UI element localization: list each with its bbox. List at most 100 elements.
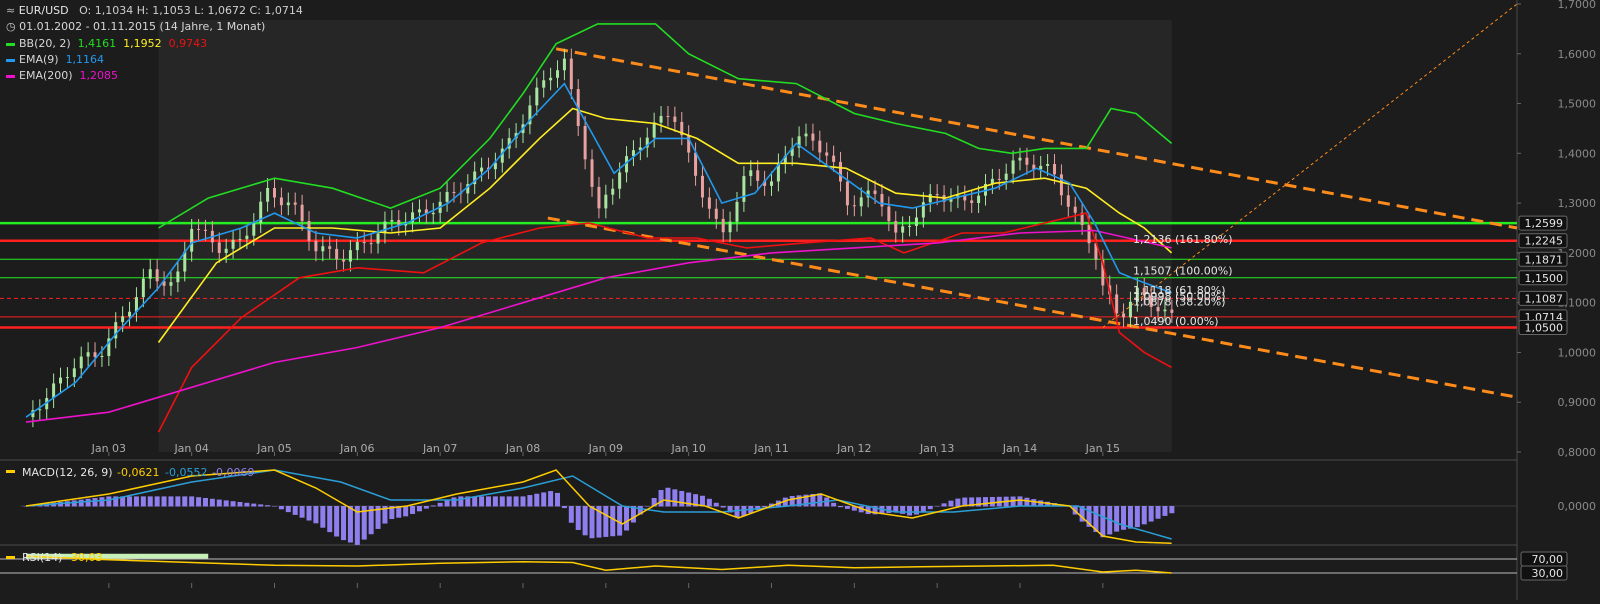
- rsi-color-swatch: [6, 556, 15, 559]
- macd-histogram-bar: [644, 506, 650, 507]
- candle-body: [673, 116, 677, 122]
- y-tick-label: 1,5000: [1558, 98, 1597, 111]
- candle-body: [273, 188, 276, 198]
- legend-ema9[interactable]: EMA(9) 1,1164: [6, 52, 104, 68]
- chart-canvas: 0,80000,90001,00001,10001,20001,30001,40…: [0, 0, 1597, 600]
- candle-body: [203, 229, 207, 231]
- candle-body: [700, 175, 704, 198]
- macd-histogram-bar: [1162, 506, 1168, 516]
- candle-body: [928, 194, 932, 203]
- candle-body: [224, 248, 228, 253]
- macd-histogram-bar: [251, 503, 257, 507]
- candle-body: [1004, 173, 1008, 180]
- candle-body: [935, 194, 939, 196]
- candle-body: [190, 228, 194, 252]
- macd-histogram-bar: [189, 496, 195, 507]
- macd-histogram-bar: [451, 497, 457, 507]
- legend-bb[interactable]: BB(20, 2) 1,4161 1,1952 0,9743: [6, 36, 207, 52]
- macd-histogram-bar: [147, 496, 153, 507]
- macd-histogram-bar: [106, 496, 112, 507]
- macd-histogram-bar: [610, 506, 616, 537]
- ema200-value: 1,2085: [79, 69, 119, 82]
- macd-histogram-bar: [527, 495, 533, 507]
- macd-histogram-bar: [278, 506, 284, 510]
- macd-histogram-bar: [838, 506, 844, 508]
- chart-type-icon[interactable]: ≈: [6, 4, 15, 17]
- candle-body: [65, 377, 69, 379]
- macd-histogram-bar: [934, 506, 940, 507]
- candle-body: [852, 205, 856, 207]
- macd-histogram-bar: [265, 505, 271, 507]
- candle-body: [1025, 157, 1029, 165]
- macd-histogram-bar: [444, 500, 450, 507]
- macd-histogram-bar: [575, 506, 581, 530]
- candle-body: [245, 235, 249, 240]
- macd-histogram-bar: [589, 506, 595, 539]
- candle-body: [121, 316, 125, 323]
- macd-histogram-bar: [168, 496, 174, 507]
- candle-body: [569, 58, 573, 90]
- x-tick-label: Jan 09: [588, 442, 623, 455]
- macd-color-swatch: [6, 470, 15, 473]
- macd-histogram-bar: [237, 502, 243, 507]
- candle-body: [707, 197, 711, 209]
- macd-histogram-bar: [423, 506, 429, 509]
- candle-body: [417, 209, 421, 213]
- candle-body: [970, 200, 974, 204]
- macd-histogram-bar: [347, 506, 353, 543]
- y-tick-label: 1,6000: [1558, 48, 1597, 61]
- x-tick-label: Jan 13: [919, 442, 954, 455]
- candle-body: [176, 271, 180, 283]
- candle-body: [839, 161, 843, 182]
- macd-histogram-bar: [982, 497, 988, 507]
- x-tick-label: Jan 07: [422, 442, 457, 455]
- macd-histogram-bar: [416, 506, 422, 512]
- candle-body: [266, 188, 270, 202]
- macd-histogram-bar: [665, 487, 671, 507]
- macd-histogram-bar: [913, 506, 919, 515]
- legend-ema200[interactable]: EMA(200) 1,2085: [6, 68, 118, 84]
- candle-body: [611, 188, 615, 195]
- candle-body: [1122, 313, 1126, 318]
- macd-histogram-bar: [479, 496, 485, 507]
- x-tick-label: Jan 12: [836, 442, 871, 455]
- candle-body: [756, 170, 760, 181]
- candle-body: [321, 246, 325, 252]
- clock-icon[interactable]: ◷: [6, 20, 16, 33]
- chart-area: 0,8000 0,9000 1,0000 1,1000 1,2000 1,3000 1,40…: [0, 0, 1600, 600]
- candle-body: [542, 80, 546, 88]
- candle-body: [480, 167, 484, 172]
- macd-histogram-bar: [223, 500, 229, 507]
- macd-histogram-bar: [624, 506, 630, 531]
- candle-body: [1059, 174, 1063, 196]
- macd-histogram-bar: [831, 502, 837, 507]
- macd-histogram-bar: [1024, 497, 1030, 507]
- candle-body: [845, 181, 849, 206]
- candle-body: [604, 194, 608, 209]
- macd-histogram-bar: [941, 503, 947, 507]
- candle-body: [694, 152, 698, 176]
- candle-body: [1066, 195, 1070, 207]
- candle-body: [832, 155, 836, 162]
- macd-histogram-bar: [85, 498, 91, 507]
- candle-body: [217, 242, 221, 253]
- candle-body: [1073, 206, 1077, 213]
- candle-body: [714, 208, 718, 219]
- candle-body: [549, 77, 553, 81]
- candle-body: [335, 248, 339, 260]
- x-tick-label: Jan 08: [505, 442, 540, 455]
- candle-body: [742, 176, 746, 202]
- macd-histogram-bar: [299, 506, 305, 518]
- candle-body: [749, 170, 753, 177]
- bb-label: BB(20, 2): [19, 37, 71, 50]
- macd-histogram-bar: [92, 498, 98, 507]
- candle-body: [1128, 301, 1132, 318]
- y-tick-label: 1,4000: [1558, 147, 1597, 160]
- candle-body: [597, 186, 601, 209]
- candle-body: [390, 220, 394, 222]
- macd-histogram-bar: [534, 493, 540, 507]
- macd-histogram-bar: [907, 506, 913, 516]
- candle-body: [666, 115, 670, 117]
- candle-body: [93, 352, 97, 357]
- candle-body: [79, 356, 83, 369]
